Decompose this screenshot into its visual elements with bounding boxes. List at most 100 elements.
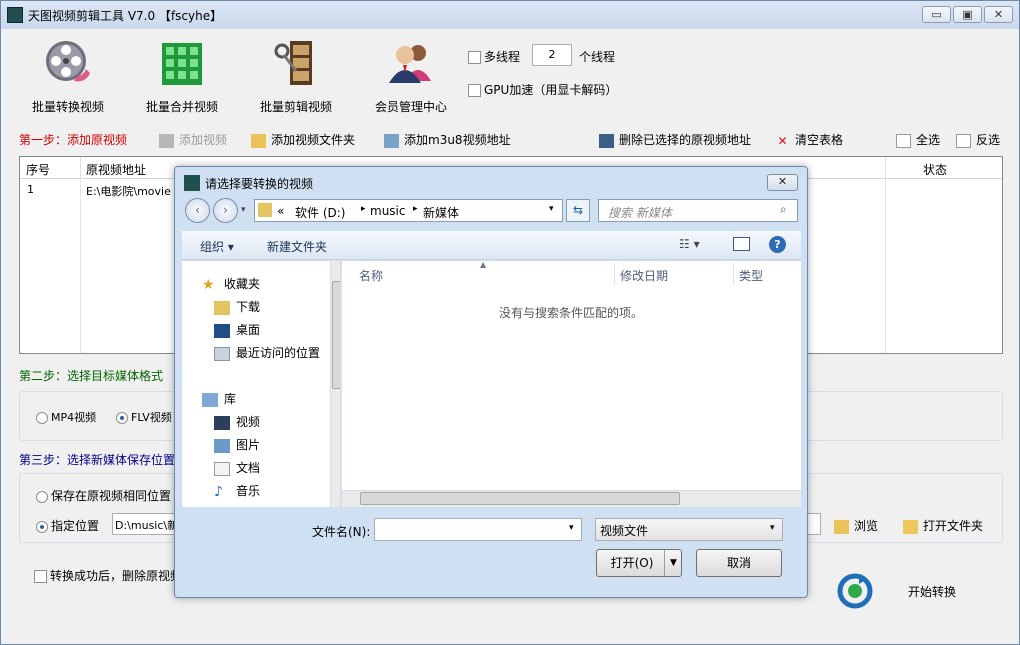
close-button[interactable]: ✕: [984, 6, 1013, 23]
save-path-field[interactable]: D:\music\新: [112, 513, 176, 535]
filename-dropdown-icon[interactable]: ▾: [569, 523, 574, 533]
row-index[interactable]: 1: [27, 183, 34, 196]
preview-pane-icon[interactable]: [733, 237, 750, 251]
select-all-button[interactable]: 全选: [896, 131, 940, 148]
nav-recent[interactable]: 最近访问的位置: [214, 344, 320, 361]
nav-recent-label: 最近访问的位置: [236, 346, 321, 360]
nav-pictures[interactable]: 图片: [214, 436, 260, 453]
refresh-icon[interactable]: ⇆: [566, 199, 590, 222]
member-center-button[interactable]: 会员管理中心: [356, 33, 466, 114]
same-location-option[interactable]: 保存在原视频相同位置: [36, 487, 171, 504]
breadcrumb-drive[interactable]: 软件 (D:): [295, 204, 345, 221]
delete-after-option[interactable]: 转换成功后，删除原视频: [34, 567, 182, 584]
delete-after-checkbox[interactable]: [34, 570, 47, 583]
nav-scroll-thumb[interactable]: [332, 281, 340, 389]
nav-desktop[interactable]: 桌面: [214, 321, 260, 338]
clear-table-button[interactable]: ✕ 清空表格: [775, 131, 843, 148]
batch-cut-button[interactable]: 批量剪辑视频: [241, 33, 351, 114]
flv-radio[interactable]: [116, 412, 128, 424]
column-name[interactable]: 名称: [359, 267, 383, 284]
new-folder-button[interactable]: 新建文件夹: [267, 238, 327, 255]
delete-after-label: 转换成功后，删除原视频: [50, 569, 183, 583]
back-button[interactable]: ‹: [185, 198, 210, 223]
start-convert-button[interactable]: 开始转换: [908, 583, 956, 600]
nav-documents[interactable]: 文档: [214, 459, 260, 476]
address-bar[interactable]: « 软件 (D:) ▸ music ▸ 新媒体 ▾: [254, 199, 563, 222]
column-status[interactable]: 状态: [923, 161, 947, 178]
delete-list-icon: [599, 133, 614, 148]
batch-merge-button[interactable]: 批量合并视频: [127, 33, 237, 114]
mp4-radio[interactable]: [36, 412, 48, 424]
open-button[interactable]: 打开(O) ▼: [596, 549, 682, 577]
breadcrumb-overflow[interactable]: «: [277, 204, 284, 218]
invert-icon: [956, 133, 971, 148]
add-video-icon: [159, 133, 174, 148]
view-options-icon[interactable]: ☷ ▾: [679, 237, 700, 251]
organize-button[interactable]: 组织 ▾: [200, 238, 234, 255]
column-index[interactable]: 序号: [26, 161, 50, 178]
film-grid-icon: [162, 43, 202, 85]
add-video-button[interactable]: 添加视频: [159, 131, 227, 148]
flv-option[interactable]: FLV视频: [116, 409, 172, 425]
nav-scrollbar[interactable]: [330, 261, 340, 507]
dialog-close-button[interactable]: ✕: [767, 174, 798, 191]
film-scissors-icon: [274, 41, 312, 85]
breadcrumb-separator-icon[interactable]: ▸: [413, 204, 418, 214]
add-folder-button[interactable]: 添加视频文件夹: [251, 131, 355, 148]
file-list-pane[interactable]: 名称 ▲ 修改日期 类型 没有与搜索条件匹配的项。: [342, 260, 801, 507]
search-box[interactable]: 搜索 新媒体 ⌕: [598, 199, 798, 222]
same-location-radio[interactable]: [36, 490, 48, 503]
restore-button[interactable]: ▣: [953, 6, 982, 23]
add-m3u8-button[interactable]: 添加m3u8视频地址: [384, 131, 511, 148]
nav-libraries[interactable]: 库: [202, 390, 236, 407]
title-bar: 天图视频剪辑工具 V7.0 【fscyhe】 ▭ ▣ ✕: [1, 1, 1019, 29]
thread-count-field[interactable]: 2: [532, 44, 572, 66]
empty-message: 没有与搜索条件匹配的项。: [499, 306, 644, 320]
step1-label: 第一步：添加原视频: [19, 133, 128, 147]
film-reel-icon: [46, 41, 90, 82]
browse-button[interactable]: 浏览: [834, 517, 878, 534]
open-folder-button[interactable]: 打开文件夹: [903, 517, 983, 534]
search-icon[interactable]: ⌕: [780, 202, 787, 217]
batch-convert-button[interactable]: 批量转换视频: [13, 33, 123, 114]
breadcrumb-current[interactable]: 新媒体: [423, 204, 459, 221]
open-button-label: 打开(O): [610, 556, 654, 570]
filename-input[interactable]: [374, 518, 582, 541]
history-dropdown-icon[interactable]: ▾: [241, 205, 246, 215]
nav-videos[interactable]: 视频: [214, 413, 260, 430]
row-path[interactable]: E:\电影院\movie: [86, 183, 171, 199]
breadcrumb-separator-icon[interactable]: ▸: [361, 204, 366, 214]
multithread-checkbox[interactable]: [468, 51, 481, 64]
specify-location-radio[interactable]: [36, 520, 48, 533]
specify-location-option[interactable]: 指定位置: [36, 517, 99, 534]
h-scroll-thumb[interactable]: [360, 492, 680, 505]
column-path[interactable]: 原视频地址: [86, 161, 146, 178]
file-list-hscrollbar[interactable]: [342, 490, 801, 507]
file-type-dropdown-icon[interactable]: ▾: [770, 523, 775, 533]
star-icon: ★: [202, 276, 215, 293]
cancel-button[interactable]: 取消: [696, 549, 782, 577]
forward-button[interactable]: ›: [213, 198, 238, 223]
nav-pictures-label: 图片: [236, 438, 261, 452]
start-convert-icon[interactable]: [837, 573, 873, 609]
nav-downloads[interactable]: 下载: [214, 298, 260, 315]
column-type[interactable]: 类型: [739, 267, 763, 284]
nav-favorites[interactable]: ★ 收藏夹: [202, 275, 260, 292]
column-divider: [733, 263, 734, 285]
breadcrumb-music[interactable]: music: [370, 204, 405, 218]
nav-music[interactable]: ♪ 音乐: [214, 482, 260, 499]
gpu-checkbox[interactable]: [468, 84, 481, 97]
help-icon[interactable]: ?: [769, 236, 786, 253]
column-modified[interactable]: 修改日期: [620, 267, 668, 284]
gpu-option[interactable]: GPU加速（用显卡解码）: [468, 81, 617, 98]
open-dropdown-icon[interactable]: ▼: [664, 550, 682, 576]
address-dropdown-icon[interactable]: ▾: [549, 204, 554, 214]
file-type-select[interactable]: 视频文件: [595, 518, 783, 541]
minimize-button[interactable]: ▭: [922, 6, 951, 23]
delete-selected-button[interactable]: 删除已选择的原视频地址: [599, 131, 751, 148]
mp4-option[interactable]: MP4视频: [36, 409, 96, 425]
multithread-option[interactable]: 多线程: [468, 48, 520, 65]
users-icon: [389, 45, 431, 83]
nav-documents-label: 文档: [236, 461, 261, 475]
invert-selection-button[interactable]: 反选: [956, 131, 1000, 148]
